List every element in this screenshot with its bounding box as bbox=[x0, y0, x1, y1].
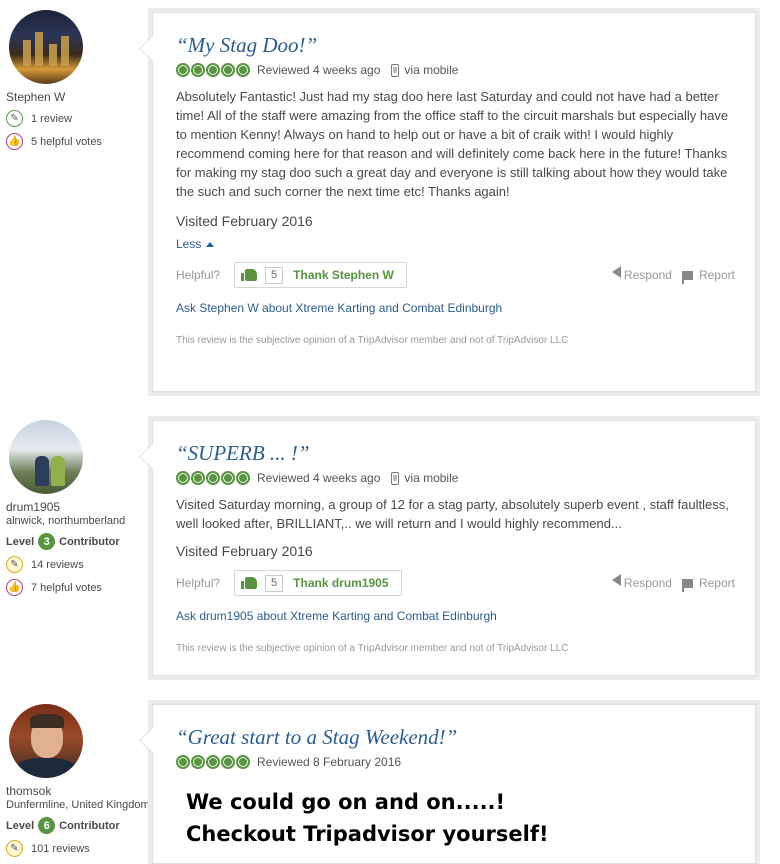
review-meta: Reviewed 4 weeks ago via mobile bbox=[176, 63, 735, 77]
level-badge: 6 bbox=[38, 817, 56, 834]
avatar[interactable] bbox=[9, 420, 83, 494]
review-date: Reviewed 4 weeks ago bbox=[257, 63, 381, 77]
review-meta: Reviewed 4 weeks ago via mobile bbox=[176, 471, 735, 485]
reply-arrow-icon bbox=[611, 574, 621, 586]
thank-button[interactable]: 5 Thank Stephen W bbox=[234, 262, 407, 288]
thumbs-up-icon bbox=[241, 269, 258, 281]
response-actions: Respond Report bbox=[611, 569, 735, 597]
review-body: Absolutely Fantastic! Just had my stag d… bbox=[176, 89, 729, 199]
review-actions: Helpful? 5 Thank drum1905 Respond Report bbox=[176, 569, 735, 597]
helpful-badge-icon: 👍 bbox=[6, 579, 23, 596]
ask-link[interactable]: Ask Stephen W about Xtreme Karting and C… bbox=[176, 301, 735, 315]
visited-date: Visited February 2016 bbox=[176, 543, 313, 559]
review-badge-icon: ✎ bbox=[6, 556, 23, 573]
visited-date: Visited February 2016 bbox=[176, 213, 313, 229]
level-badge: 3 bbox=[38, 533, 56, 550]
promo-overlay: We could go on and on.....! Checkout Tri… bbox=[186, 786, 549, 850]
member-name[interactable]: drum1905 bbox=[6, 500, 151, 514]
report-button[interactable]: Report bbox=[681, 268, 735, 284]
flag-icon bbox=[681, 270, 693, 284]
phone-icon bbox=[391, 63, 400, 77]
flag-icon bbox=[681, 578, 693, 592]
thank-label: Thank drum1905 bbox=[293, 576, 389, 590]
review-body: Visited Saturday morning, a group of 12 … bbox=[176, 497, 729, 531]
review-badge-icon: ✎ bbox=[6, 840, 23, 857]
review-actions: Helpful? 5 Thank Stephen W Respond Repor… bbox=[176, 261, 735, 289]
via-mobile: via mobile bbox=[391, 471, 458, 485]
review-meta: Reviewed 8 February 2016 bbox=[176, 755, 735, 769]
overlay-line-1: We could go on and on.....! bbox=[186, 790, 506, 814]
ask-link[interactable]: Ask drum1905 about Xtreme Karting and Co… bbox=[176, 609, 735, 623]
helpful-votes: 👍 7 helpful votes bbox=[6, 579, 151, 596]
review-count: ✎ 14 reviews bbox=[6, 556, 151, 573]
thank-count: 5 bbox=[265, 574, 284, 592]
helpful-votes: 👍 5 helpful votes bbox=[6, 133, 151, 150]
member-location: alnwick, northumberland bbox=[6, 515, 126, 527]
member-location: Dunfermline, United Kingdom bbox=[6, 799, 150, 811]
review-title[interactable]: “My Stag Doo!” bbox=[176, 33, 735, 57]
review-badge-icon: ✎ bbox=[6, 110, 23, 127]
phone-icon bbox=[391, 471, 400, 485]
helpful-label: Helpful? bbox=[176, 576, 221, 590]
avatar[interactable] bbox=[9, 10, 83, 84]
response-actions: Respond Report bbox=[611, 261, 735, 289]
report-button[interactable]: Report bbox=[681, 576, 735, 592]
disclaimer: This review is the subjective opinion of… bbox=[176, 643, 569, 654]
disclaimer: This review is the subjective opinion of… bbox=[176, 335, 569, 346]
rating-bubbles bbox=[176, 63, 251, 77]
review-date: Reviewed 8 February 2016 bbox=[257, 755, 402, 769]
via-mobile: via mobile bbox=[391, 63, 458, 77]
less-link[interactable]: Less bbox=[176, 237, 735, 251]
thank-count: 5 bbox=[265, 266, 284, 284]
respond-button[interactable]: Respond bbox=[611, 574, 672, 590]
overlay-line-2: Checkout Tripadvisor yourself! bbox=[186, 822, 549, 846]
contributor-level: Level 6 Contributor bbox=[6, 817, 151, 834]
member-info: Stephen W ✎ 1 review 👍 5 helpful votes bbox=[6, 10, 151, 150]
review-box: “SUPERB ... !” Reviewed 4 weeks ago via … bbox=[139, 420, 756, 676]
caret-up-icon bbox=[206, 241, 215, 247]
member-info: drum1905 alnwick, northumberland Level 3… bbox=[6, 420, 151, 596]
respond-button[interactable]: Respond bbox=[611, 266, 672, 282]
review-count: ✎ 101 reviews bbox=[6, 840, 151, 857]
review-date: Reviewed 4 weeks ago bbox=[257, 471, 381, 485]
thumbs-up-icon bbox=[241, 577, 258, 589]
review-box: “My Stag Doo!” Reviewed 4 weeks ago via … bbox=[139, 12, 756, 392]
reply-arrow-icon bbox=[611, 266, 621, 278]
contributor-level: Level 3 Contributor bbox=[6, 533, 151, 550]
review-title[interactable]: “Great start to a Stag Weekend!” bbox=[176, 725, 735, 749]
rating-bubbles bbox=[176, 755, 251, 769]
rating-bubbles bbox=[176, 471, 251, 485]
member-name[interactable]: thomsok bbox=[6, 784, 151, 798]
helpful-label: Helpful? bbox=[176, 268, 221, 282]
member-name[interactable]: Stephen W bbox=[6, 90, 151, 104]
helpful-badge-icon: 👍 bbox=[6, 133, 23, 150]
avatar[interactable] bbox=[9, 704, 83, 778]
thank-button[interactable]: 5 Thank drum1905 bbox=[234, 570, 402, 596]
thank-label: Thank Stephen W bbox=[293, 268, 394, 282]
review-title[interactable]: “SUPERB ... !” bbox=[176, 441, 735, 465]
member-info: thomsok Dunfermline, United Kingdom Leve… bbox=[6, 704, 151, 857]
review-count: ✎ 1 review bbox=[6, 110, 151, 127]
